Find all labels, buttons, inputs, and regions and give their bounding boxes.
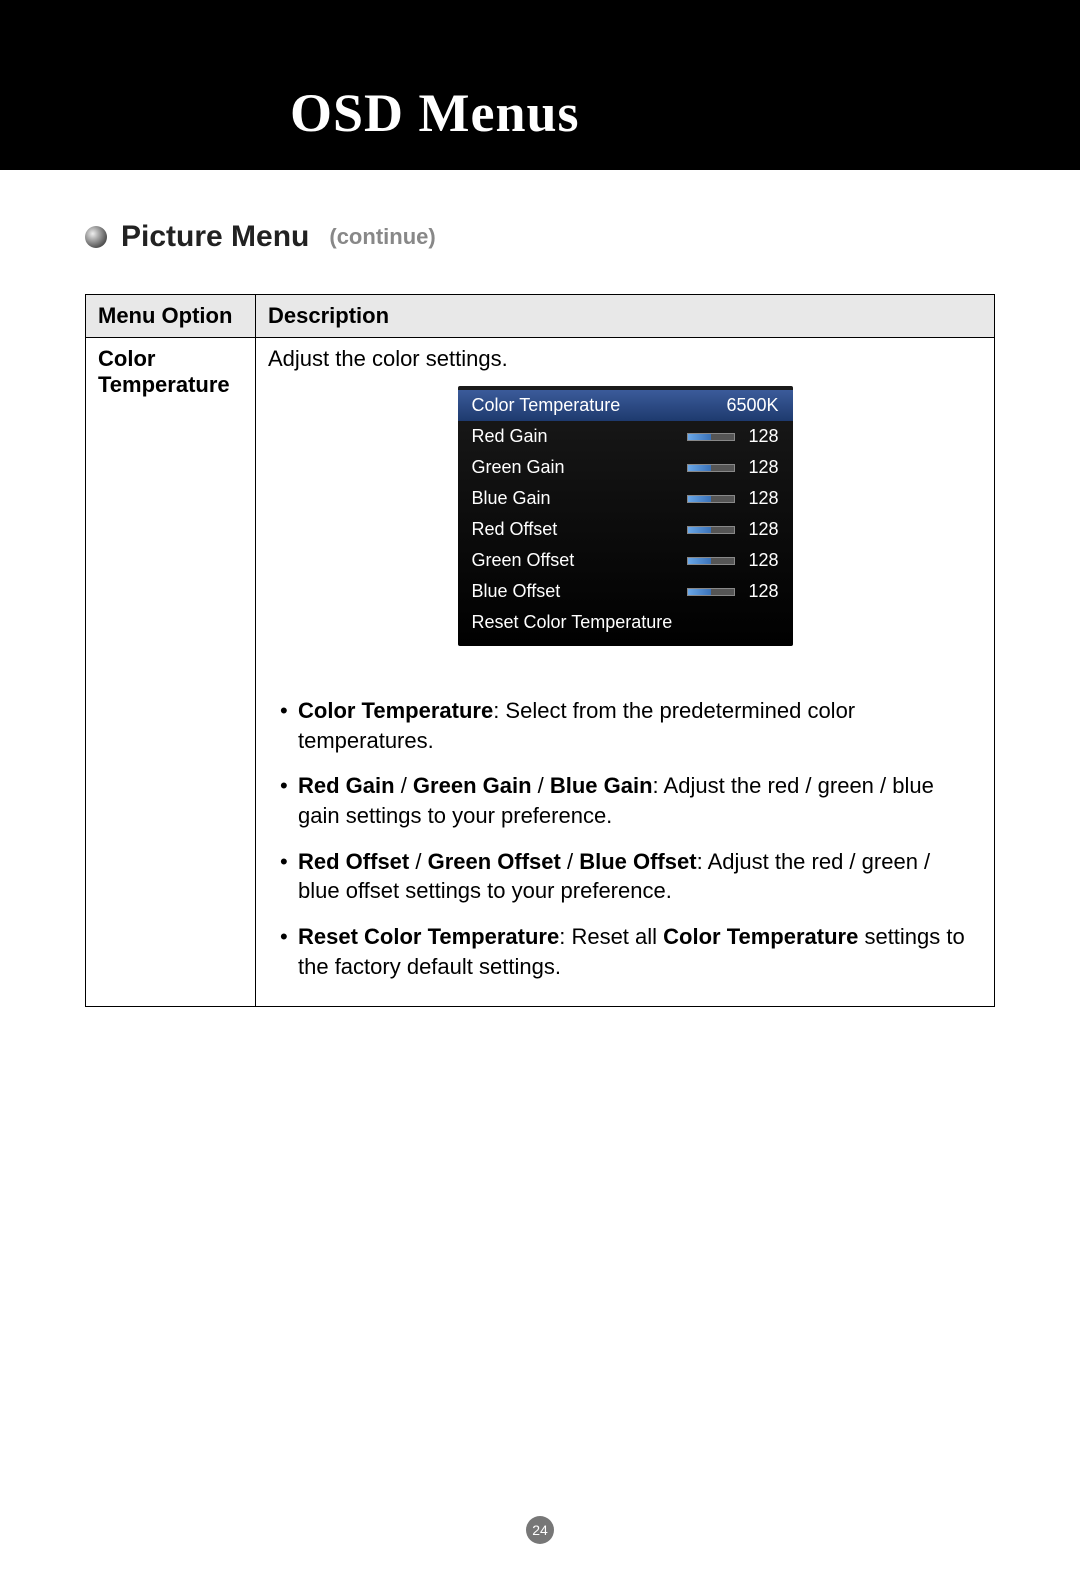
description-intro: Adjust the color settings. xyxy=(268,346,982,372)
osd-value: 128 xyxy=(743,426,779,447)
bold-text: Green Offset xyxy=(428,849,561,874)
osd-value: 128 xyxy=(743,488,779,509)
table-row: Color Temperature Adjust the color setti… xyxy=(86,338,995,1007)
text: : Reset all xyxy=(559,924,663,949)
list-item: Red Offset / Green Offset / Blue Offset:… xyxy=(276,847,974,906)
sphere-bullet-icon xyxy=(85,226,107,248)
section-heading: Picture Menu (continue) xyxy=(85,220,995,254)
osd-label: Green Gain xyxy=(472,457,681,478)
list-item: Color Temperature: Select from the prede… xyxy=(276,696,974,755)
text: / xyxy=(409,849,427,874)
content-area: Picture Menu (continue) Menu Option Desc… xyxy=(0,170,1080,1007)
osd-label: Green Offset xyxy=(472,550,681,571)
option-description-cell: Adjust the color settings. Color Tempera… xyxy=(256,338,995,1007)
osd-value: 6500K xyxy=(726,395,778,416)
description-bullets: Color Temperature: Select from the prede… xyxy=(268,696,982,982)
bold-text: Blue Gain xyxy=(550,773,653,798)
osd-label: Blue Offset xyxy=(472,581,681,602)
bold-text: Reset Color Temperature xyxy=(298,924,559,949)
osd-row-color-temperature: Color Temperature 6500K xyxy=(458,390,793,421)
osd-row-blue-gain: Blue Gain 128 xyxy=(458,483,793,514)
bold-text: Color Temperature xyxy=(298,698,493,723)
list-item: Reset Color Temperature: Reset all Color… xyxy=(276,922,974,981)
col-header-option: Menu Option xyxy=(86,295,256,338)
osd-label: Red Gain xyxy=(472,426,681,447)
osd-label: Reset Color Temperature xyxy=(472,612,779,633)
bold-text: Red Offset xyxy=(298,849,409,874)
osd-value: 128 xyxy=(743,457,779,478)
osd-row-green-gain: Green Gain 128 xyxy=(458,452,793,483)
osd-row-blue-offset: Blue Offset 128 xyxy=(458,576,793,607)
osd-row-red-gain: Red Gain 128 xyxy=(458,421,793,452)
section-title: Picture Menu xyxy=(121,220,309,254)
bold-text: Blue Offset xyxy=(579,849,696,874)
bold-text: Green Gain xyxy=(413,773,532,798)
header-band: OSD Menus xyxy=(0,0,1080,170)
slider-icon xyxy=(687,464,735,472)
bold-text: Red Gain xyxy=(298,773,395,798)
list-item: Red Gain / Green Gain / Blue Gain: Adjus… xyxy=(276,771,974,830)
menu-table: Menu Option Description Color Temperatur… xyxy=(85,294,995,1007)
osd-label: Blue Gain xyxy=(472,488,681,509)
osd-row-green-offset: Green Offset 128 xyxy=(458,545,793,576)
osd-value: 128 xyxy=(743,550,779,571)
osd-row-reset: Reset Color Temperature xyxy=(458,607,793,638)
slider-icon xyxy=(687,557,735,565)
text: / xyxy=(395,773,413,798)
slider-icon xyxy=(687,526,735,534)
slider-icon xyxy=(687,588,735,596)
text: / xyxy=(561,849,579,874)
slider-icon xyxy=(687,495,735,503)
section-subtitle: (continue) xyxy=(329,224,435,250)
osd-value: 128 xyxy=(743,519,779,540)
slider-icon xyxy=(687,433,735,441)
osd-screenshot: Color Temperature 6500K Red Gain 128 Gre… xyxy=(458,386,793,646)
page-number-badge: 24 xyxy=(526,1516,554,1544)
osd-label: Red Offset xyxy=(472,519,681,540)
osd-label: Color Temperature xyxy=(472,395,721,416)
bold-text: Color Temperature xyxy=(663,924,858,949)
option-name: Color Temperature xyxy=(86,338,256,1007)
osd-row-red-offset: Red Offset 128 xyxy=(458,514,793,545)
page-title: OSD Menus xyxy=(290,82,580,144)
osd-value: 128 xyxy=(743,581,779,602)
col-header-description: Description xyxy=(256,295,995,338)
text: / xyxy=(532,773,550,798)
